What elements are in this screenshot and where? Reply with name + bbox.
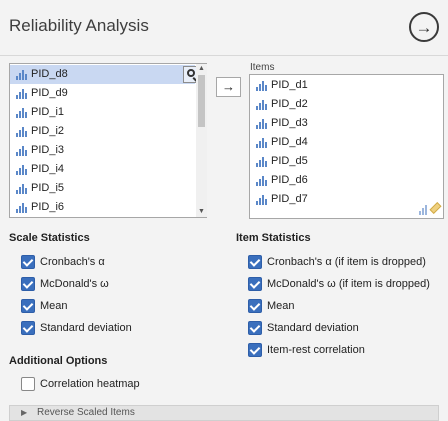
option-mean[interactable]: Mean (21, 298, 68, 314)
list-item-label: PID_i6 (31, 201, 65, 213)
checkbox[interactable] (248, 299, 262, 313)
scale-statistics-title: Scale Statistics (9, 232, 90, 244)
list-item[interactable]: PID_i1 (10, 103, 195, 122)
list-item[interactable]: PID_d4 (250, 133, 443, 152)
checkbox[interactable] (21, 255, 35, 269)
list-item-label: PID_i1 (31, 106, 65, 118)
continuous-variable-icon (16, 184, 27, 194)
list-item[interactable]: PID_d9 (10, 84, 195, 103)
page-title: Reliability Analysis (9, 16, 149, 35)
list-item-label: PID_i4 (31, 163, 65, 175)
checkbox[interactable] (248, 321, 262, 335)
items-list-entries: PID_d1 PID_d2 PID_d3 PID_d4 PID_d5 PID_d… (250, 76, 443, 209)
list-item[interactable]: PID_i2 (10, 122, 195, 141)
checkbox[interactable] (21, 277, 35, 291)
panel-label: Reverse Scaled Items (37, 407, 135, 418)
items-list[interactable]: PID_d1 PID_d2 PID_d3 PID_d4 PID_d5 PID_d… (249, 74, 444, 219)
list-item[interactable]: PID_d6 (250, 171, 443, 190)
continuous-variable-icon (256, 100, 267, 110)
option-label: McDonald's ω (if item is dropped) (267, 278, 430, 290)
list-item[interactable]: PID_d5 (250, 152, 443, 171)
checkbox[interactable] (21, 299, 35, 313)
continuous-variable-icon (256, 176, 267, 186)
continuous-variable-icon (16, 108, 27, 118)
option-mcdonald-omega[interactable]: McDonald's ω (21, 276, 109, 292)
list-item-label: PID_d8 (31, 68, 68, 80)
arrow-right-icon: → (415, 17, 433, 37)
items-label: Items (250, 62, 275, 73)
scroll-thumb[interactable] (198, 75, 205, 127)
list-item-label: PID_d7 (271, 193, 308, 205)
continuous-variable-icon (256, 138, 267, 148)
header-divider (0, 55, 448, 56)
option-label: Cronbach's α (if item is dropped) (267, 256, 426, 268)
continuous-variable-icon (16, 165, 27, 175)
option-label: Mean (40, 300, 68, 312)
list-item[interactable]: PID_d8 (10, 65, 200, 84)
run-analysis-button[interactable]: → (409, 12, 439, 42)
scroll-up-icon[interactable]: ▲ (196, 64, 207, 74)
option-label: Mean (267, 300, 295, 312)
list-item[interactable]: PID_d3 (250, 114, 443, 133)
option-standard-deviation[interactable]: Standard deviation (21, 320, 132, 336)
checkbox[interactable] (21, 377, 35, 391)
option-label: Cronbach's α (40, 256, 105, 268)
list-item-label: PID_d4 (271, 136, 308, 148)
list-item-label: PID_d1 (271, 79, 308, 91)
list-item[interactable]: PID_d2 (250, 95, 443, 114)
continuous-variable-icon (256, 157, 267, 167)
checkbox[interactable] (21, 321, 35, 335)
option-item-cronbach-alpha[interactable]: Cronbach's α (if item is dropped) (248, 254, 426, 270)
option-label: Correlation heatmap (40, 378, 140, 390)
additional-options-title: Additional Options (9, 355, 108, 367)
list-item-label: PID_i5 (31, 182, 65, 194)
list-item[interactable]: PID_i3 (10, 141, 195, 160)
list-item-label: PID_i3 (31, 144, 65, 156)
move-to-items-button[interactable]: → (216, 77, 241, 97)
continuous-variable-icon (256, 81, 267, 91)
continuous-variable-icon (16, 127, 27, 137)
scroll-down-icon[interactable]: ▼ (196, 207, 207, 217)
continuous-variable-icon (16, 203, 27, 213)
list-item-label: PID_d2 (271, 98, 308, 110)
list-item[interactable]: PID_i5 (10, 179, 195, 198)
option-label: McDonald's ω (40, 278, 109, 290)
option-item-mcdonald-omega[interactable]: McDonald's ω (if item is dropped) (248, 276, 430, 292)
continuous-variable-icon (16, 70, 27, 80)
option-label: Item-rest correlation (267, 344, 365, 356)
option-label: Standard deviation (267, 322, 359, 334)
continuous-variable-icon (16, 146, 27, 156)
checkbox[interactable] (248, 277, 262, 291)
continuous-variable-icon (16, 89, 27, 99)
option-item-rest-correlation[interactable]: Item-rest correlation (248, 342, 365, 358)
option-item-standard-deviation[interactable]: Standard deviation (248, 320, 359, 336)
list-item-label: PID_i2 (31, 125, 65, 137)
list-item[interactable]: PID_d7 (250, 190, 443, 209)
continuous-variable-icon (256, 195, 267, 205)
source-list-scrollbar[interactable]: ▲ ▼ (196, 64, 207, 217)
source-variable-list[interactable]: PID_d8 PID_d9 PID_i1 PID_i2 PID_i3 PID_i… (9, 63, 207, 218)
list-item[interactable]: PID_i4 (10, 160, 195, 179)
list-item[interactable]: PID_i6 (10, 198, 195, 217)
measure-type-icon (419, 201, 442, 215)
option-cronbach-alpha[interactable]: Cronbach's α (21, 254, 105, 270)
arrow-right-icon: → (222, 79, 235, 94)
continuous-variable-icon (256, 119, 267, 129)
item-statistics-title: Item Statistics (236, 232, 311, 244)
option-correlation-heatmap[interactable]: Correlation heatmap (21, 376, 140, 392)
checkbox[interactable] (248, 255, 262, 269)
reverse-scaled-items-panel[interactable]: ▶ Reverse Scaled Items (9, 405, 439, 421)
list-item-label: PID_d3 (271, 117, 308, 129)
list-item[interactable]: PID_d1 (250, 76, 443, 95)
option-item-mean[interactable]: Mean (248, 298, 295, 314)
list-item-label: PID_d9 (31, 87, 68, 99)
source-variable-items: PID_d8 PID_d9 PID_i1 PID_i2 PID_i3 PID_i… (10, 65, 200, 217)
option-label: Standard deviation (40, 322, 132, 334)
list-item-label: PID_d6 (271, 174, 308, 186)
list-item-label: PID_d5 (271, 155, 308, 167)
checkbox[interactable] (248, 343, 262, 357)
